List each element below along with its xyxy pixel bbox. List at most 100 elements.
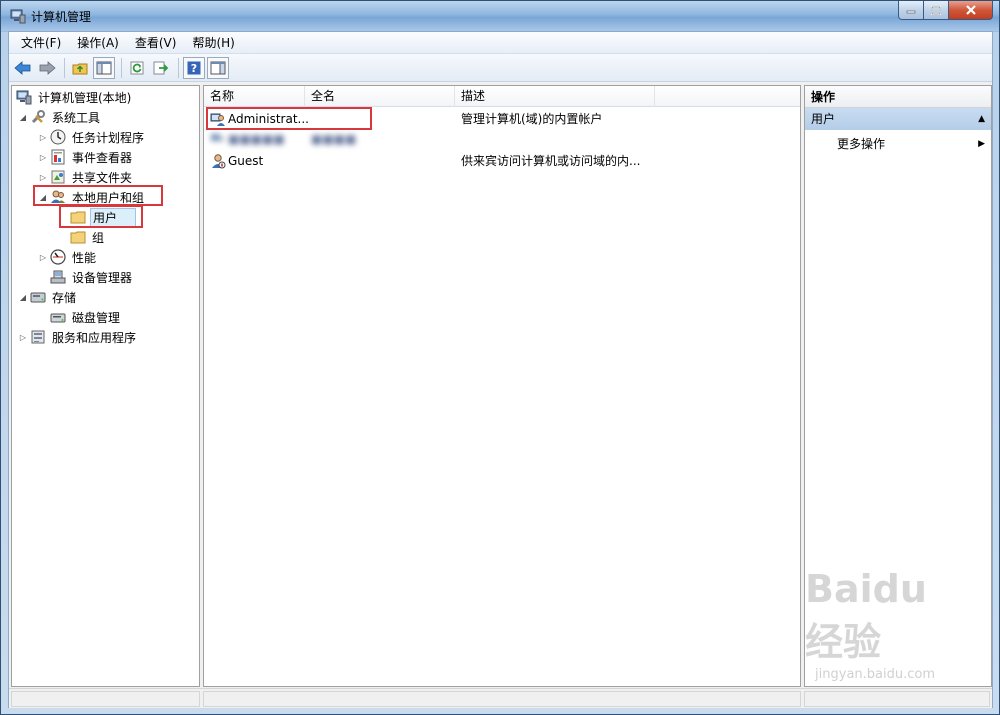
tools-icon xyxy=(30,109,46,125)
tree-label: 服务和应用程序 xyxy=(52,330,137,345)
title-bar[interactable]: 计算机管理 xyxy=(1,1,999,31)
results-list-pane[interactable]: 名称 全名 描述 Administrat... 管理计算机(域)的内置帐户 ■■… xyxy=(203,85,801,687)
status-cell xyxy=(203,691,801,707)
tree-item-storage[interactable]: ◢ 存储 xyxy=(18,287,205,307)
tree-item-task-scheduler[interactable]: ▷ 任务计划程序 xyxy=(38,127,225,147)
help-button[interactable]: ? xyxy=(183,56,205,79)
watermark-logo: Baidu经验 xyxy=(805,567,927,664)
menu-help[interactable]: 帮助(H) xyxy=(184,32,242,54)
show-hide-tree-button[interactable] xyxy=(93,56,115,79)
maximize-button[interactable] xyxy=(924,1,949,20)
user-fullname xyxy=(311,151,451,171)
column-header-description[interactable]: 描述 xyxy=(455,86,655,107)
tree-item-root[interactable]: 计算机管理(本地) xyxy=(14,87,201,107)
expand-arrow-icon[interactable]: ▷ xyxy=(18,332,28,342)
list-header: 名称 全名 描述 xyxy=(204,86,800,107)
up-folder-button[interactable] xyxy=(69,57,91,79)
watermark-url: jingyan.baidu.com xyxy=(815,667,935,682)
performance-icon xyxy=(50,249,66,265)
minimize-icon xyxy=(906,10,916,14)
tree-label: 磁盘管理 xyxy=(72,310,121,325)
tree-item-device-manager[interactable]: 设备管理器 xyxy=(38,267,225,287)
tree-item-system-tools[interactable]: ◢ 系统工具 xyxy=(18,107,205,127)
expand-arrow-icon[interactable]: ▷ xyxy=(38,152,48,162)
user-description: 供来宾访问计算机或访问域的内... xyxy=(461,154,641,168)
disk-icon xyxy=(50,309,66,325)
tree-item-performance[interactable]: ▷ 性能 xyxy=(38,247,225,267)
column-header-name[interactable]: 名称 xyxy=(204,86,305,107)
tree-label: 共享文件夹 xyxy=(72,170,133,185)
expand-arrow-icon[interactable]: ▷ xyxy=(38,172,48,182)
tree-item-services-apps[interactable]: ▷ 服务和应用程序 xyxy=(18,327,205,347)
user-name: ■■■■■ xyxy=(228,132,285,146)
menu-view[interactable]: 查看(V) xyxy=(127,32,185,54)
clock-icon xyxy=(50,129,66,145)
collapse-arrow-icon[interactable]: ◢ xyxy=(18,292,28,302)
tree-label: 计算机管理(本地) xyxy=(38,90,132,105)
console-tree-pane[interactable]: 计算机管理(本地) ◢ 系统工具 ▷ 任务计划程序 ▷ 事件查看器 ▷ 共享文件… xyxy=(11,85,200,687)
actions-pane: 操作 用户 ▲ 更多操作 ▶ Baidu经验 jingyan.baidu.com xyxy=(804,85,992,687)
services-icon xyxy=(30,329,46,345)
main-window: 计算机管理 文件(F) 操作(A) 查看(V) 帮助(H) ? 计算机管理(本地… xyxy=(0,0,1000,715)
export-icon xyxy=(153,61,169,74)
status-bar xyxy=(9,688,992,708)
highlight-box xyxy=(59,205,143,228)
user-name: Guest xyxy=(228,154,264,168)
table-row[interactable]: Guest 供来宾访问计算机或访问域的内... xyxy=(204,151,800,171)
computer-management-icon xyxy=(16,89,32,105)
computer-management-icon xyxy=(10,8,26,24)
highlight-box xyxy=(206,107,372,130)
status-cell xyxy=(11,691,200,707)
device-manager-icon xyxy=(50,269,66,285)
menu-action[interactable]: 操作(A) xyxy=(69,32,127,54)
show-hide-action-pane-button[interactable] xyxy=(207,56,229,79)
highlight-box xyxy=(33,185,163,206)
tree-label: 事件查看器 xyxy=(72,150,133,165)
folder-icon xyxy=(70,229,86,245)
menu-file[interactable]: 文件(F) xyxy=(13,32,69,54)
status-cell xyxy=(804,691,990,707)
user-icon xyxy=(210,131,226,147)
menu-bar: 文件(F) 操作(A) 查看(V) 帮助(H) xyxy=(9,32,992,54)
tree-label: 存储 xyxy=(52,290,77,305)
window-controls xyxy=(898,1,993,21)
show-hide-tree-icon xyxy=(96,61,112,74)
toolbar-separator xyxy=(121,57,122,78)
collapse-arrow-icon[interactable]: ◢ xyxy=(18,112,28,122)
expand-arrow-icon[interactable]: ▷ xyxy=(38,252,48,262)
guest-user-icon xyxy=(210,153,226,169)
forward-button[interactable] xyxy=(36,57,58,79)
help-icon: ? xyxy=(187,61,201,75)
back-icon xyxy=(14,60,31,75)
column-header-fullname[interactable]: 全名 xyxy=(305,86,455,107)
collapse-caret-icon[interactable]: ▲ xyxy=(978,108,985,130)
storage-icon xyxy=(30,289,46,305)
tree-item-disk-management[interactable]: 磁盘管理 xyxy=(38,307,225,327)
more-actions-item[interactable]: 更多操作 ▶ xyxy=(805,134,991,154)
submenu-arrow-icon: ▶ xyxy=(978,139,985,149)
tree-label: 系统工具 xyxy=(52,110,101,125)
toolbar-separator xyxy=(178,57,179,78)
user-fullname: ■■■■ xyxy=(311,132,357,146)
refresh-button[interactable] xyxy=(126,57,148,79)
minimize-button[interactable] xyxy=(898,1,924,20)
maximize-icon xyxy=(931,5,941,15)
actions-section-users[interactable]: 用户 ▲ xyxy=(805,108,991,130)
expand-arrow-icon[interactable]: ▷ xyxy=(38,132,48,142)
close-button[interactable] xyxy=(949,1,993,20)
back-button[interactable] xyxy=(12,57,34,79)
window-title: 计算机管理 xyxy=(31,10,92,24)
tree-item-event-viewer[interactable]: ▷ 事件查看器 xyxy=(38,147,225,167)
svg-text:?: ? xyxy=(191,62,197,75)
close-icon xyxy=(965,5,976,15)
tree-item-shared-folders[interactable]: ▷ 共享文件夹 xyxy=(38,167,225,187)
toolbar: ? xyxy=(9,54,992,82)
section-label: 用户 xyxy=(811,112,836,126)
toolbar-separator xyxy=(64,57,65,78)
export-button[interactable] xyxy=(150,57,172,79)
table-row[interactable]: ■■■■■ ■■■■ xyxy=(204,129,800,149)
tree-label: 设备管理器 xyxy=(72,270,133,285)
